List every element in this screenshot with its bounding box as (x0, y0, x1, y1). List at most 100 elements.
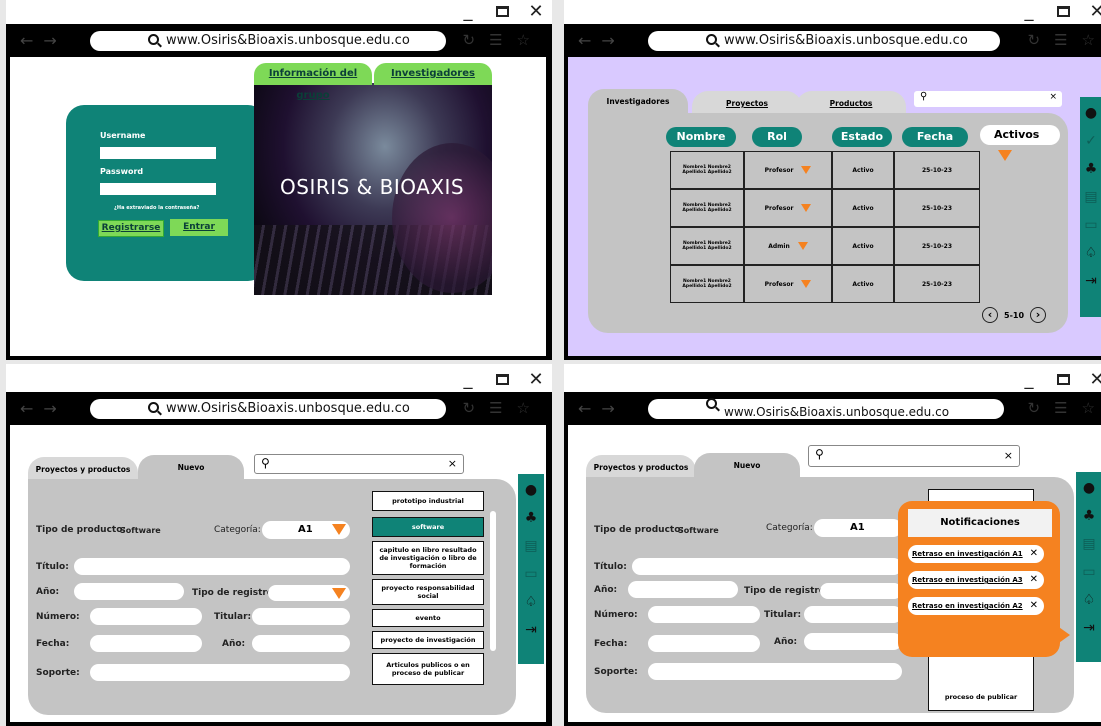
year2-field[interactable] (804, 633, 902, 650)
table-cell-role[interactable]: Profesor (744, 189, 832, 227)
enter-button[interactable]: Entrar (170, 219, 228, 236)
folder-icon[interactable]: ▭ (1083, 217, 1099, 233)
support-field[interactable] (648, 663, 902, 680)
clear-search-icon[interactable]: × (1004, 449, 1013, 462)
category-select[interactable]: A1 (262, 521, 350, 539)
url-bar[interactable]: www.Osiris&Bioaxis.unbosque.edu.co (648, 31, 1000, 51)
category-option[interactable]: proyecto responsabilidad social (372, 579, 484, 605)
number-field[interactable] (90, 608, 202, 625)
dismiss-icon[interactable]: ✕ (1030, 545, 1038, 563)
logout-icon[interactable]: ⇥ (1081, 620, 1097, 636)
minimize-button[interactable]: _ (1019, 1, 1039, 23)
url-bar[interactable]: www.Osiris&Bioaxis.unbosque.edu.co (90, 399, 446, 419)
table-cell-role[interactable]: Admin (744, 227, 832, 265)
search-input[interactable]: ⚲ × (808, 445, 1020, 467)
search-input[interactable]: ⚲ × (914, 91, 1062, 107)
browser-tool-icons[interactable]: ↻☰☆ (1028, 31, 1101, 49)
minimize-button[interactable]: _ (1019, 369, 1039, 391)
close-button[interactable]: ✕ (526, 1, 546, 23)
category-option[interactable]: proyecto de investigación (372, 631, 484, 649)
logout-icon[interactable]: ⇥ (1083, 273, 1099, 289)
register-button[interactable]: Registrarse (98, 220, 164, 237)
header-estado[interactable]: Estado (832, 127, 892, 147)
category-option[interactable]: software (372, 517, 484, 537)
notification-item[interactable]: Retraso en investigación A2 ✕ (908, 597, 1044, 615)
bell-icon[interactable]: ♤ (523, 594, 539, 610)
url-bar[interactable]: www.Osiris&Bioaxis.unbosque.edu.co (648, 398, 1004, 419)
clipboard-icon[interactable]: ▤ (523, 538, 539, 554)
next-page-icon[interactable]: › (1030, 307, 1047, 323)
maximize-button[interactable] (1053, 1, 1073, 23)
tab-researchers[interactable]: Investigadores (374, 63, 492, 85)
forgot-password-link[interactable]: ¿Ha extraviado la contraseña? (114, 205, 199, 211)
date-field[interactable] (648, 635, 760, 652)
number-field[interactable] (648, 606, 760, 623)
logout-icon[interactable]: ⇥ (523, 622, 539, 638)
minimize-button[interactable]: _ (458, 1, 478, 23)
title-field[interactable] (74, 558, 350, 575)
url-bar[interactable]: www.Osiris&Bioaxis.unbosque.edu.co (90, 31, 446, 51)
username-input[interactable] (100, 147, 216, 159)
back-forward-icon[interactable]: ←→ (578, 399, 625, 418)
clipboard-icon[interactable]: ▤ (1081, 536, 1097, 552)
browser-tool-icons[interactable]: ↻☰☆ (463, 31, 544, 49)
password-input[interactable] (100, 183, 216, 195)
tab-group-info[interactable]: Información del grupo (254, 63, 372, 101)
clear-search-icon[interactable]: × (448, 457, 457, 470)
bell-icon[interactable]: ♤ (1081, 592, 1097, 608)
category-option[interactable]: evento (372, 609, 484, 627)
maximize-button[interactable] (492, 1, 512, 23)
close-button[interactable]: ✕ (526, 369, 546, 391)
category-option[interactable]: prototipo industrial (372, 491, 484, 511)
url-text: www.Osiris&Bioaxis.unbosque.edu.co (724, 405, 950, 419)
header-nombre[interactable]: Nombre (666, 127, 736, 147)
search-input[interactable]: ⚲ × (254, 454, 464, 474)
profile-icon[interactable]: ● (1083, 105, 1099, 121)
registry-type-select[interactable] (268, 585, 350, 601)
profile-icon[interactable]: ● (1081, 480, 1097, 496)
year-field[interactable] (628, 581, 738, 598)
minimize-button[interactable]: _ (458, 369, 478, 391)
year2-field[interactable] (252, 635, 350, 652)
users-icon[interactable]: ♣ (1083, 161, 1099, 177)
back-forward-icon[interactable]: ←→ (578, 31, 625, 50)
notification-item[interactable]: Retraso en investigación A3 ✕ (908, 571, 1044, 589)
back-forward-icon[interactable]: ←→ (20, 399, 67, 418)
users-icon[interactable]: ♣ (523, 510, 539, 526)
header-rol[interactable]: Rol (752, 127, 802, 147)
back-forward-icon[interactable]: ←→ (20, 31, 67, 50)
holder-field[interactable] (252, 608, 350, 625)
close-button[interactable]: ✕ (1087, 369, 1101, 391)
holder-field[interactable] (804, 606, 902, 623)
category-option[interactable]: capitulo en libro resultado de investiga… (372, 541, 484, 575)
title-field[interactable] (632, 558, 902, 575)
date-field[interactable] (90, 635, 202, 652)
dismiss-icon[interactable]: ✕ (1030, 597, 1038, 615)
browser-tool-icons[interactable]: ↻☰☆ (1028, 399, 1101, 417)
options-scrollbar[interactable] (490, 511, 496, 651)
header-fecha[interactable]: Fecha (902, 127, 968, 147)
clear-search-icon[interactable]: × (1049, 92, 1057, 102)
prev-page-icon[interactable]: ‹ (982, 307, 998, 323)
notification-item[interactable]: Retraso en investigación A1 ✕ (908, 545, 1044, 563)
table-cell-role[interactable]: Profesor (744, 265, 832, 303)
profile-icon[interactable]: ● (523, 482, 539, 498)
browser-tool-icons[interactable]: ↻☰☆ (463, 399, 544, 417)
table-cell-role[interactable]: Profesor (744, 151, 832, 189)
category-select[interactable]: A1 (814, 519, 902, 537)
maximize-button[interactable] (1053, 369, 1073, 391)
category-option[interactable]: Articulos publicos o en proceso de publi… (372, 653, 484, 685)
users-icon[interactable]: ♣ (1081, 508, 1097, 524)
dismiss-icon[interactable]: ✕ (1030, 571, 1038, 589)
check-icon[interactable]: ✓ (1083, 133, 1099, 149)
bell-icon[interactable]: ♤ (1083, 245, 1099, 261)
close-button[interactable]: ✕ (1087, 1, 1101, 23)
folder-icon[interactable]: ▭ (1081, 564, 1097, 580)
status-filter[interactable]: Activos (980, 125, 1060, 161)
folder-icon[interactable]: ▭ (523, 566, 539, 582)
year-field[interactable] (74, 583, 184, 600)
maximize-button[interactable] (492, 369, 512, 391)
registry-type-select[interactable] (820, 583, 902, 599)
support-field[interactable] (90, 664, 350, 681)
clipboard-icon[interactable]: ▤ (1083, 189, 1099, 205)
